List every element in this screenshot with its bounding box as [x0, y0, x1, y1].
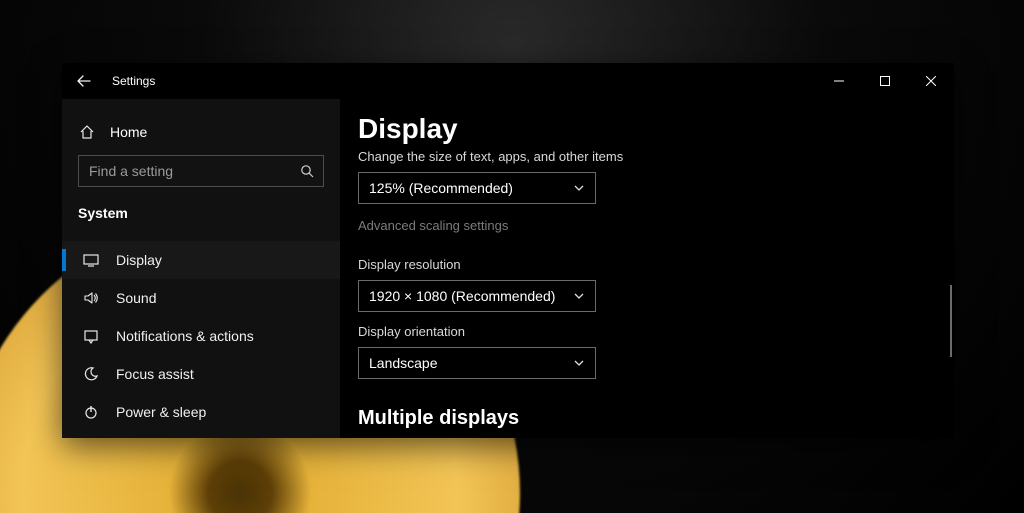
content-area: Display Change the size of text, apps, a… — [340, 99, 954, 438]
sidebar-item-power-sleep[interactable]: Power & sleep — [62, 393, 340, 431]
arrow-left-icon — [76, 73, 92, 89]
sound-icon — [82, 289, 100, 307]
sidebar-item-notifications[interactable]: Notifications & actions — [62, 317, 340, 355]
resolution-dropdown[interactable]: 1920 × 1080 (Recommended) — [358, 280, 596, 312]
sidebar-item-label: Power & sleep — [116, 404, 206, 420]
power-icon — [82, 403, 100, 421]
settings-window: Settings Home — [62, 63, 954, 438]
sidebar: Home System Display — [62, 99, 340, 438]
sidebar-home-label: Home — [110, 124, 147, 140]
sidebar-item-display[interactable]: Display — [62, 241, 340, 279]
scale-label: Change the size of text, apps, and other… — [358, 149, 928, 164]
minimize-icon — [834, 76, 844, 86]
scrollbar-thumb[interactable] — [950, 285, 952, 357]
orientation-dropdown-value: Landscape — [369, 355, 438, 371]
resolution-dropdown-value: 1920 × 1080 (Recommended) — [369, 288, 555, 304]
app-title: Settings — [112, 74, 155, 88]
display-icon — [82, 251, 100, 269]
notifications-icon — [82, 327, 100, 345]
minimize-button[interactable] — [816, 63, 862, 99]
close-icon — [926, 76, 936, 86]
orientation-dropdown[interactable]: Landscape — [358, 347, 596, 379]
close-button[interactable] — [908, 63, 954, 99]
sidebar-item-label: Focus assist — [116, 366, 194, 382]
advanced-scaling-link[interactable]: Advanced scaling settings — [358, 218, 508, 233]
sidebar-item-label: Display — [116, 252, 162, 268]
chevron-down-icon — [573, 182, 585, 194]
scale-dropdown-value: 125% (Recommended) — [369, 180, 513, 196]
maximize-button[interactable] — [862, 63, 908, 99]
home-icon — [78, 123, 96, 141]
multiple-displays-heading: Multiple displays — [358, 407, 928, 430]
chevron-down-icon — [573, 290, 585, 302]
sidebar-item-label: Sound — [116, 290, 156, 306]
chevron-down-icon — [573, 357, 585, 369]
sidebar-nav: Display Sound Notifications & actions — [62, 241, 340, 431]
maximize-icon — [880, 76, 890, 86]
search-input[interactable] — [78, 155, 324, 187]
back-button[interactable] — [72, 69, 96, 93]
sidebar-home[interactable]: Home — [62, 117, 340, 155]
scale-dropdown[interactable]: 125% (Recommended) — [358, 172, 596, 204]
sidebar-item-sound[interactable]: Sound — [62, 279, 340, 317]
sidebar-item-label: Notifications & actions — [116, 328, 254, 344]
resolution-label: Display resolution — [358, 257, 928, 272]
titlebar: Settings — [62, 63, 954, 99]
sidebar-item-focus-assist[interactable]: Focus assist — [62, 355, 340, 393]
focus-assist-icon — [82, 365, 100, 383]
sidebar-category: System — [62, 201, 340, 233]
orientation-label: Display orientation — [358, 324, 928, 339]
page-title: Display — [358, 113, 928, 145]
